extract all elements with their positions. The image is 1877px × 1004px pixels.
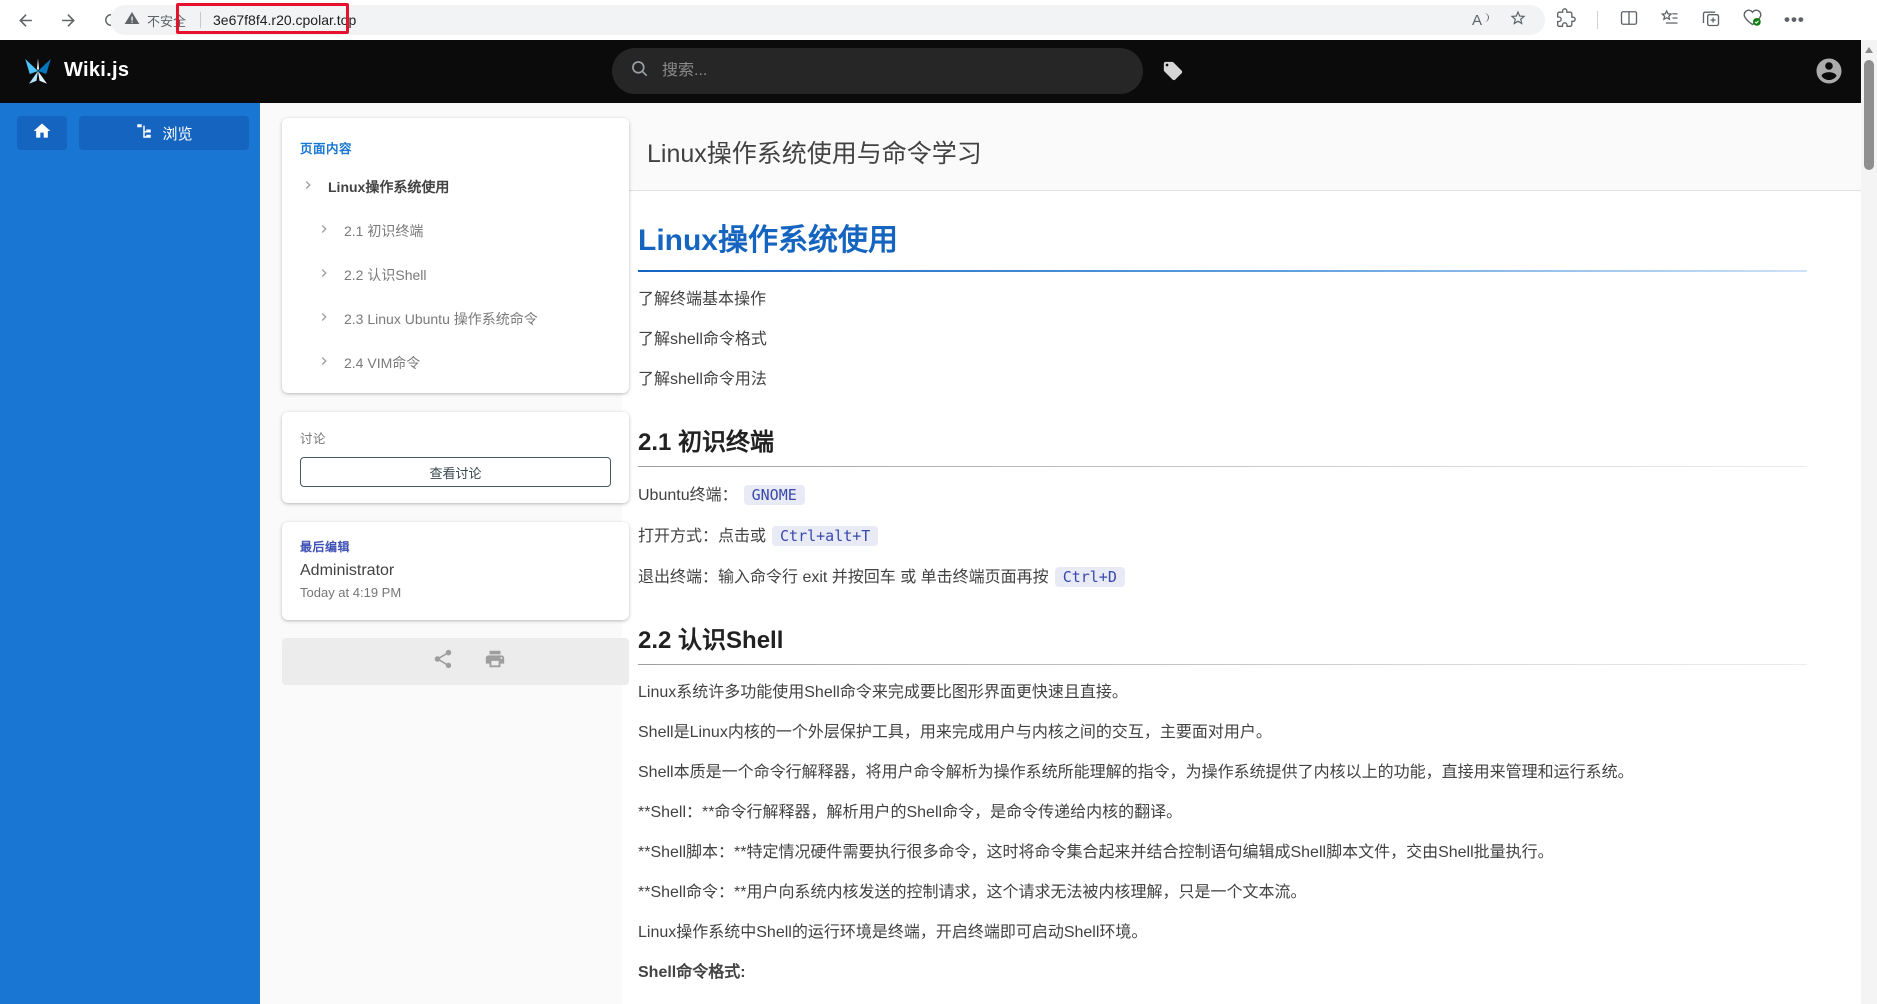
paragraph: Ubuntu终端： GNOME: [638, 483, 1807, 508]
sidebar: 浏览: [0, 103, 260, 1004]
account-icon[interactable]: [1814, 56, 1844, 91]
discussion-title: 讨论: [300, 432, 327, 446]
toc-item-label: 2.2 认识Shell: [344, 267, 427, 283]
toc-title: 页面内容: [300, 142, 353, 156]
last-edit-panel: 最后编辑 Administrator Today at 4:19 PM: [282, 522, 629, 620]
screen: 不安全 3e67f8f4.r20.cpolar.top A ••• Wiki.j…: [0, 0, 1877, 1004]
chevron-right-icon: [316, 265, 332, 286]
view-discussion-button[interactable]: 查看讨论: [300, 457, 611, 487]
extensions-icon[interactable]: [1556, 7, 1576, 33]
h2-rule: [638, 664, 1807, 665]
search-box[interactable]: [612, 48, 1143, 94]
search-icon: [630, 59, 650, 84]
toc-panel: 页面内容 Linux操作系统使用 2.1 初识终端 2.2 认识Shell 2.…: [282, 118, 629, 393]
h2-rule: [638, 466, 1807, 467]
forward-icon[interactable]: [59, 11, 78, 30]
paragraph: **Shell：**命令行解释器，解析用户的Shell命令，是命令传递给内核的翻…: [638, 804, 1183, 821]
toc-item-root[interactable]: Linux操作系统使用: [300, 165, 611, 209]
scrollbar-thumb[interactable]: [1864, 60, 1874, 170]
toc-item[interactable]: 2.1 初识终端: [300, 209, 611, 253]
toc-item-label: 2.4 VIM命令: [344, 355, 421, 371]
browse-label: 浏览: [162, 125, 193, 143]
wiki-header: Wiki.js: [0, 40, 1877, 103]
chevron-right-icon: [316, 353, 332, 374]
chevron-right-icon: [316, 309, 332, 330]
toolbar-separator: [1597, 11, 1598, 29]
discussion-panel: 讨论 查看讨论: [282, 412, 629, 503]
paragraph: 退出终端：输入命令行 exit 并按回车 或 单击终端页面再按 Ctrl+D: [638, 565, 1807, 590]
last-edit-time: Today at 4:19 PM: [300, 585, 402, 600]
toc-item[interactable]: 2.2 认识Shell: [300, 253, 611, 297]
chevron-right-icon: [316, 221, 332, 242]
share-icon[interactable]: [432, 648, 454, 675]
paragraph: Shell是Linux内核的一个外层保护工具，用来完成用户与内核之间的交互，主要…: [638, 724, 1272, 741]
favorites-bar-icon[interactable]: [1660, 8, 1680, 33]
read-aloud-icon[interactable]: A: [1472, 12, 1489, 29]
section-heading-2-1: 2.1 初识终端: [638, 429, 775, 456]
tree-icon: [135, 122, 153, 144]
url-text[interactable]: 3e67f8f4.r20.cpolar.top: [213, 12, 356, 28]
split-screen-icon[interactable]: [1619, 8, 1639, 33]
home-button[interactable]: [17, 116, 67, 150]
security-warning-icon[interactable]: [124, 10, 140, 31]
favorite-star-icon[interactable]: [1509, 9, 1527, 32]
scrollbar[interactable]: [1861, 40, 1877, 1004]
last-edit-author: Administrator: [300, 562, 395, 579]
address-bar[interactable]: 不安全 3e67f8f4.r20.cpolar.top A: [110, 5, 1545, 35]
paragraph: **Shell脚本：**特定情况硬件需要执行很多命令，这时将命令集合起来并结合控…: [638, 844, 1554, 861]
content-area: Linux操作系统使用与命令学习 Linux操作系统使用 了解终端基本操作 了解…: [260, 103, 1877, 1004]
browser-essentials-icon[interactable]: [1742, 7, 1763, 33]
browse-button[interactable]: 浏览: [79, 116, 249, 150]
section-heading-2-2: 2.2 认识Shell: [638, 627, 784, 654]
paragraph: Shell本质是一个命令行解释器，将用户命令解析为操作系统所能理解的指令，为操作…: [638, 764, 1634, 781]
scrollbar-up-arrow[interactable]: [1865, 47, 1873, 53]
article-h1: Linux操作系统使用: [638, 224, 898, 257]
paragraph: **Shell命令：**用户向系统内核发送的控制请求，这个请求无法被内核理解，只…: [638, 884, 1307, 901]
security-warning-label[interactable]: 不安全: [147, 11, 186, 30]
collections-icon[interactable]: [1701, 8, 1721, 33]
print-icon[interactable]: [484, 648, 506, 675]
inline-code: Ctrl+D: [1054, 567, 1125, 587]
tags-icon[interactable]: [1162, 60, 1184, 87]
browser-toolbar: 不安全 3e67f8f4.r20.cpolar.top A •••: [0, 0, 1877, 40]
page-actions-bar: [282, 638, 629, 685]
last-edit-title: 最后编辑: [300, 540, 351, 554]
paragraph: 了解终端基本操作: [638, 291, 767, 308]
home-icon: [32, 121, 52, 146]
toc-item[interactable]: 2.3 Linux Ubuntu 操作系统命令: [300, 297, 611, 341]
toc-item-label: 2.3 Linux Ubuntu 操作系统命令: [344, 311, 538, 327]
wikijs-logo-icon[interactable]: [20, 53, 56, 89]
chevron-right-icon: [300, 177, 316, 198]
inline-code: Ctrl+alt+T: [772, 526, 879, 546]
paragraph: Linux操作系统中Shell的运行环境是终端，开启终端即可启动Shell环境。: [638, 924, 1148, 941]
paragraph: 了解shell命令格式: [638, 331, 767, 348]
settings-menu-icon[interactable]: •••: [1784, 11, 1805, 28]
back-icon[interactable]: [16, 11, 35, 30]
toc-item[interactable]: 2.4 VIM命令: [300, 341, 611, 385]
toc-item-label: 2.1 初识终端: [344, 223, 424, 239]
article: Linux操作系统使用 了解终端基本操作 了解shell命令格式 了解shell…: [622, 190, 1877, 1004]
address-divider: [200, 12, 202, 28]
app-title: Wiki.js: [64, 59, 130, 81]
bold-line: Shell命令格式:: [638, 964, 746, 981]
inline-code: GNOME: [743, 485, 805, 505]
toc-item-label: Linux操作系统使用: [328, 179, 450, 195]
paragraph: 打开方式：点击或 Ctrl+alt+T: [638, 524, 1807, 549]
paragraph: 了解shell命令用法: [638, 371, 767, 388]
h1-rule: [638, 270, 1807, 272]
paragraph: Linux系统许多功能使用Shell命令来完成要比图形界面更快速且直接。: [638, 684, 1128, 701]
search-input[interactable]: [662, 62, 1125, 80]
page-title: Linux操作系统使用与命令学习: [647, 140, 982, 168]
